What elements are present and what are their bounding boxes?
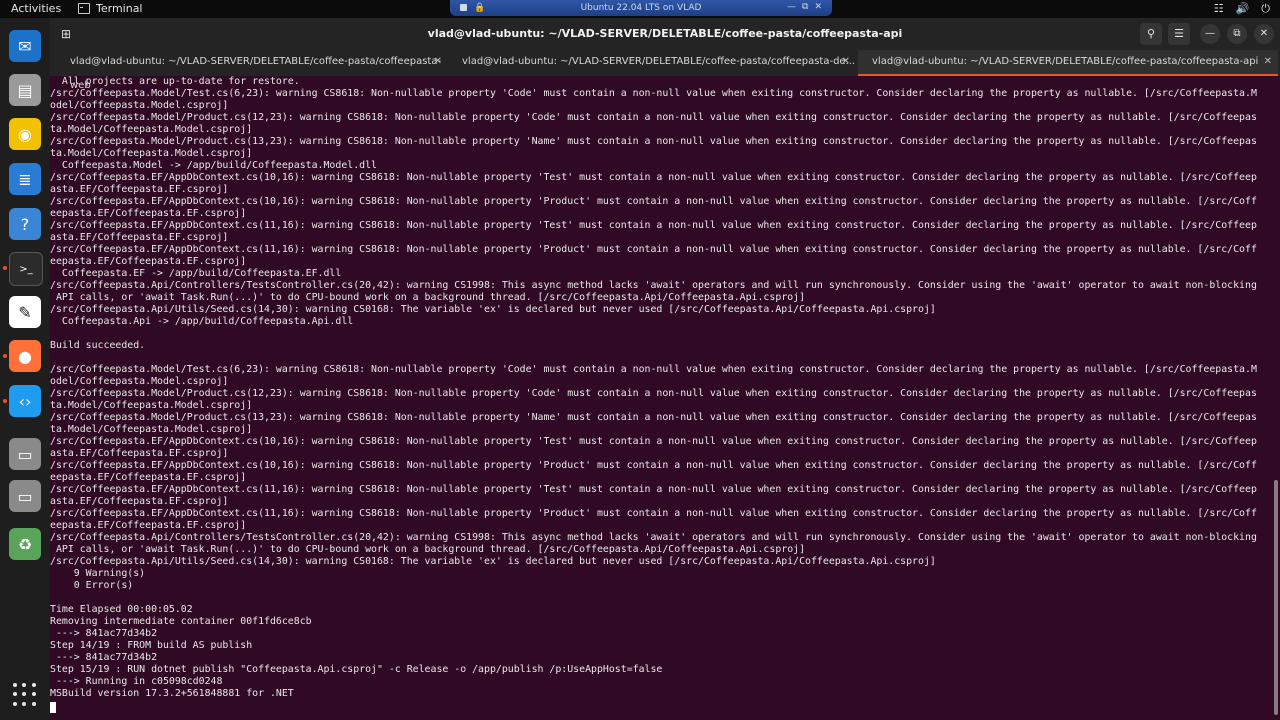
vm-restore-icon[interactable]: ⧉ [802, 2, 808, 12]
dock-libreoffice-writer-icon[interactable]: ≣ [9, 163, 41, 195]
app-menu-label: Terminal [96, 2, 143, 15]
dock-disk-2-icon[interactable]: ▭ [9, 480, 41, 512]
terminal-app-icon [78, 3, 90, 14]
tab-close-icon[interactable]: ✕ [1264, 50, 1272, 74]
dock: ✉ ▤ ◉ ≣? >_ ✎ ● ‹› ▭ ▭ ♻ [0, 18, 50, 720]
tab-close-icon[interactable]: ✕ [842, 50, 850, 74]
power-icon[interactable]: ⏻ [1261, 2, 1270, 16]
maximize-icon[interactable]: ⧉ [1227, 24, 1247, 44]
dock-files-icon[interactable]: ▤ [9, 74, 41, 106]
terminal-tab[interactable]: vlad@vlad-ubuntu: ~/VLAD-SERVER/DELETABL… [450, 50, 856, 76]
app-menu[interactable]: Terminal [78, 2, 143, 15]
dock-running-indicator [3, 354, 7, 358]
vm-close-icon[interactable]: ✕ [814, 2, 822, 12]
dock-rhythmbox-icon[interactable]: ◉ [9, 118, 41, 150]
scrollbar[interactable] [1274, 480, 1278, 715]
vm-title: Ubuntu 22.04 LTS on VLAD [580, 3, 702, 13]
dock-help-icon[interactable]: ? [9, 208, 41, 240]
dock-disk-icon[interactable]: ▭ [9, 438, 41, 470]
tab-label: vlad@vlad-ubuntu: ~/VLAD-SERVER/DELETABL… [462, 56, 856, 67]
terminal-text: All projects are up-to-date for restore.… [50, 76, 1257, 699]
menu-icon[interactable]: ☰ [1168, 23, 1190, 45]
minimize-icon[interactable]: — [1200, 24, 1220, 44]
tab-close-icon[interactable]: ✕ [434, 50, 442, 74]
terminal-output[interactable]: All projects are up-to-date for restore.… [50, 76, 1274, 720]
dock-trash-icon[interactable]: ♻ [9, 528, 41, 560]
dock-vscode-icon[interactable]: ‹› [9, 385, 41, 417]
close-icon[interactable]: ✕ [1254, 24, 1274, 44]
vm-minimize-icon[interactable]: — [787, 2, 796, 12]
search-icon[interactable]: ⚲ [1140, 23, 1162, 45]
activities-button[interactable]: Activities [11, 2, 61, 15]
network-icon[interactable]: ☷ [1214, 2, 1224, 16]
show-apps-icon[interactable] [13, 683, 37, 707]
terminal-cursor [50, 702, 56, 713]
volume-icon[interactable]: 🔊 [1236, 2, 1250, 16]
tab-bar: vlad@vlad-ubuntu: ~/VLAD-SERVER/DELETABL… [50, 50, 1280, 91]
dock-thunderbird-icon[interactable]: ✉ [9, 30, 41, 62]
tab-label: vlad@vlad-ubuntu: ~/VLAD-SERVER/DELETABL… [872, 56, 1259, 67]
dock-terminal-icon[interactable]: >_ [9, 252, 43, 286]
system-tray[interactable]: ☷ 🔊 ⏻ [1214, 2, 1270, 16]
dock-firefox-icon[interactable]: ● [9, 340, 41, 372]
vm-controls: — ⧉ ✕ [787, 2, 822, 12]
window-title: vlad@vlad-ubuntu: ~/VLAD-SERVER/DELETABL… [427, 27, 903, 40]
terminal-tab[interactable]: vlad@vlad-ubuntu: ~/VLAD-SERVER/DELETABL… [858, 50, 1278, 76]
vm-toolbar: 🔒 Ubuntu 22.04 LTS on VLAD — ⧉ ✕ [450, 0, 832, 16]
top-bar: Activities Terminal 🔒 Ubuntu 22.04 LTS o… [0, 0, 1280, 18]
dock-running-indicator [3, 266, 7, 270]
dock-running-indicator [3, 399, 7, 403]
terminal-headerbar: ⊞ vlad@vlad-ubuntu: ~/VLAD-SERVER/DELETA… [50, 18, 1280, 50]
terminal-tab[interactable]: vlad@vlad-ubuntu: ~/VLAD-SERVER/DELETABL… [50, 50, 448, 91]
dock-inkscape-icon[interactable]: ✎ [9, 296, 41, 328]
